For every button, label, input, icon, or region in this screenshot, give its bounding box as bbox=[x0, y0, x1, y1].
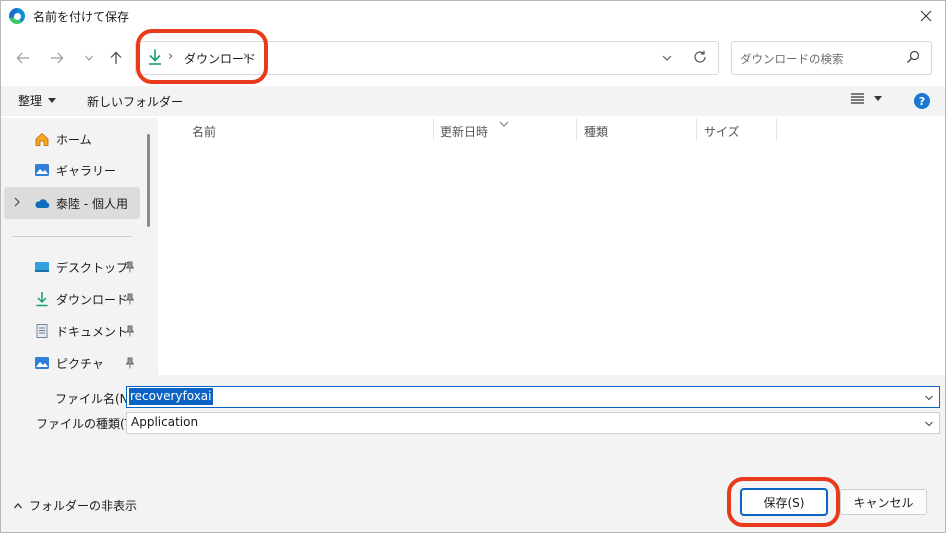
onedrive-cloud-icon bbox=[35, 199, 50, 208]
sidebar-divider bbox=[12, 236, 132, 237]
recent-locations-button[interactable] bbox=[78, 47, 100, 69]
filename-value[interactable]: recoveryfoxai bbox=[129, 388, 213, 405]
sidebar-item-home[interactable]: ホーム bbox=[34, 123, 92, 155]
sidebar-item-onedrive[interactable]: 泰陸 - 個人用 bbox=[34, 187, 128, 219]
sidebar-scrollbar[interactable] bbox=[147, 134, 150, 227]
chevron-down-icon bbox=[85, 55, 93, 61]
annotation-highlight-address bbox=[136, 29, 268, 84]
cancel-button[interactable]: キャンセル bbox=[840, 489, 927, 515]
sidebar-item-label: ドキュメント bbox=[56, 324, 129, 339]
sidebar-item-label: ホーム bbox=[56, 132, 92, 147]
column-header-size[interactable]: サイズ bbox=[704, 123, 740, 140]
window-title: 名前を付けて保存 bbox=[33, 10, 130, 24]
sidebar-item-label: デスクトップ bbox=[56, 260, 129, 275]
sidebar-item-label: ギャラリー bbox=[56, 163, 117, 178]
sort-descending-icon bbox=[499, 116, 509, 127]
chevron-down-icon bbox=[925, 395, 933, 401]
filename-dropdown[interactable] bbox=[924, 392, 934, 402]
column-header-type[interactable]: 種類 bbox=[584, 123, 608, 140]
address-history-dropdown[interactable] bbox=[660, 51, 674, 65]
caret-down-icon bbox=[48, 97, 57, 103]
close-button[interactable] bbox=[912, 4, 940, 28]
sidebar-item-label: 泰陸 - 個人用 bbox=[56, 196, 128, 211]
filetype-dropdown[interactable] bbox=[924, 418, 934, 428]
organize-label: 整理 bbox=[18, 94, 43, 108]
column-header-date[interactable]: 更新日時 bbox=[440, 123, 488, 140]
view-options-button[interactable] bbox=[851, 93, 882, 104]
pin-icon[interactable] bbox=[125, 293, 135, 305]
sidebar-item-gallery[interactable]: ギャラリー bbox=[34, 154, 116, 186]
refresh-icon bbox=[694, 50, 706, 63]
arrow-left-icon bbox=[16, 52, 29, 64]
filetype-select[interactable] bbox=[126, 412, 940, 434]
up-button[interactable] bbox=[105, 47, 127, 69]
sidebar-item-desktop[interactable]: デスクトップ bbox=[34, 251, 128, 283]
download-icon bbox=[36, 292, 48, 307]
edge-browser-icon bbox=[9, 8, 25, 24]
chevron-down-icon bbox=[662, 55, 672, 61]
column-divider[interactable] bbox=[576, 118, 577, 140]
file-list[interactable] bbox=[158, 118, 946, 375]
gallery-icon bbox=[35, 164, 49, 176]
list-view-icon bbox=[851, 93, 864, 104]
pictures-icon bbox=[35, 357, 49, 369]
pin-icon[interactable] bbox=[125, 261, 135, 273]
hide-folders-label: フォルダーの非表示 bbox=[29, 499, 138, 513]
desktop-icon bbox=[35, 262, 49, 272]
search-icon[interactable] bbox=[906, 50, 920, 64]
hide-folders-button[interactable]: フォルダーの非表示 bbox=[13, 497, 137, 514]
filename-field[interactable] bbox=[126, 386, 940, 408]
back-button[interactable] bbox=[12, 47, 34, 69]
title-bar bbox=[0, 0, 946, 32]
arrow-up-icon bbox=[110, 51, 122, 64]
expand-chevron-icon[interactable] bbox=[12, 196, 22, 208]
arrow-right-icon bbox=[51, 52, 64, 64]
annotation-highlight-save bbox=[727, 477, 840, 527]
chevron-down-icon bbox=[925, 421, 933, 427]
sidebar-item-label: ダウンロード bbox=[56, 292, 129, 307]
column-divider[interactable] bbox=[776, 118, 777, 140]
caret-down-icon bbox=[874, 95, 882, 101]
pin-icon[interactable] bbox=[125, 357, 135, 369]
organize-button[interactable]: 整理 bbox=[18, 92, 57, 109]
help-icon[interactable]: ? bbox=[914, 93, 930, 109]
column-header-name[interactable]: 名前 bbox=[192, 123, 216, 140]
forward-button[interactable] bbox=[46, 47, 68, 69]
close-icon bbox=[920, 10, 932, 22]
home-icon bbox=[35, 132, 49, 146]
column-divider[interactable] bbox=[433, 118, 434, 140]
search-placeholder: ダウンロードの検索 bbox=[740, 52, 844, 66]
sidebar-item-documents[interactable]: ドキュメント bbox=[34, 315, 128, 347]
new-folder-button[interactable]: 新しいフォルダー bbox=[87, 93, 183, 110]
sidebar-item-label: ピクチャ bbox=[56, 356, 104, 371]
filetype-value: Application bbox=[131, 415, 199, 429]
pin-icon[interactable] bbox=[125, 325, 135, 337]
column-divider[interactable] bbox=[696, 118, 697, 140]
chevron-up-icon bbox=[14, 502, 22, 508]
sidebar-item-downloads[interactable]: ダウンロード bbox=[34, 283, 128, 315]
refresh-button[interactable] bbox=[692, 49, 710, 67]
document-icon bbox=[36, 324, 48, 338]
